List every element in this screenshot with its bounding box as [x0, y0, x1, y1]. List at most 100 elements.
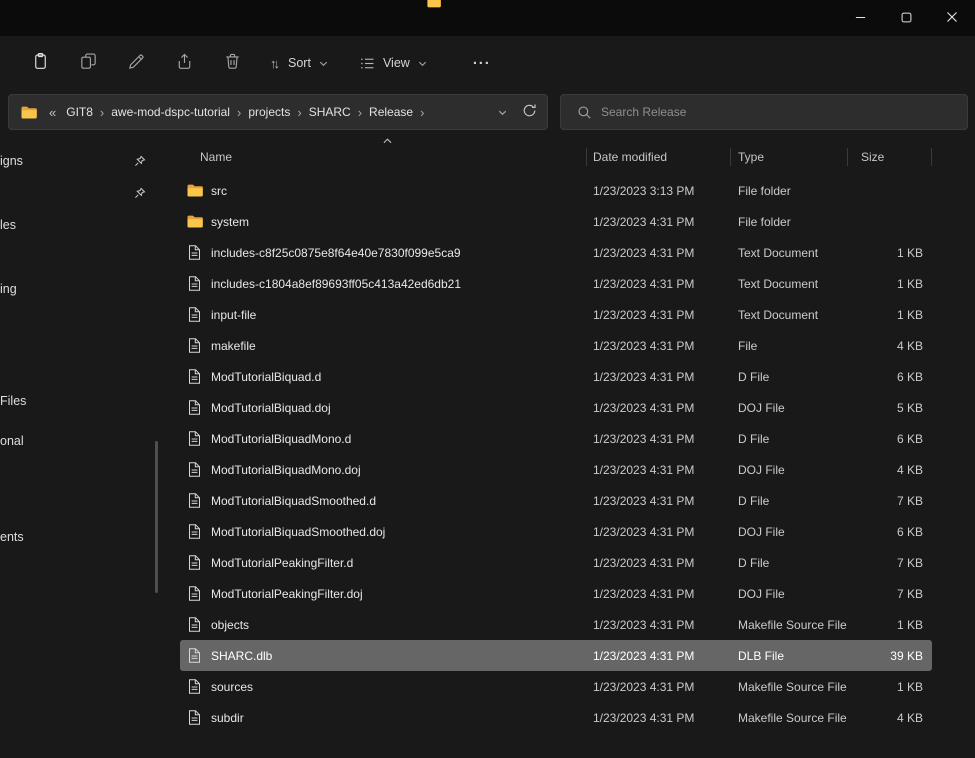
share-button[interactable] — [164, 45, 204, 81]
file-type: Makefile Source File — [731, 680, 848, 694]
file-row[interactable]: input-file 1/23/2023 4:31 PM Text Docume… — [180, 299, 932, 330]
file-row[interactable]: src 1/23/2023 3:13 PM File folder — [180, 175, 932, 206]
explorer-folder-icon — [427, 0, 441, 13]
sidebar-item[interactable]: les — [0, 218, 16, 232]
delete-button[interactable] — [212, 45, 252, 81]
file-type: Makefile Source File — [731, 618, 848, 632]
file-icon — [186, 244, 203, 261]
more-icon: ··· — [473, 55, 491, 72]
close-icon — [946, 11, 958, 26]
minimize-button[interactable] — [837, 0, 883, 36]
file-icon — [186, 368, 203, 385]
file-type: Text Document — [731, 246, 848, 260]
file-name: subdir — [211, 711, 244, 725]
file-type: DOJ File — [731, 401, 848, 415]
file-size: 7 KB — [848, 494, 932, 508]
sidebar-item[interactable]: Files — [0, 394, 26, 408]
refresh-button[interactable] — [522, 103, 537, 121]
file-date-modified: 1/23/2023 4:31 PM — [587, 277, 731, 291]
file-size: 4 KB — [848, 711, 932, 725]
file-size: 39 KB — [848, 649, 932, 663]
column-header-date-modified[interactable]: Date modified — [587, 148, 731, 166]
file-name: SHARC.dlb — [211, 649, 272, 663]
breadcrumb-separator-icon[interactable]: › — [420, 105, 424, 120]
file-row[interactable]: ModTutorialBiquadSmoothed.d 1/23/2023 4:… — [180, 485, 932, 516]
file-size: 1 KB — [848, 308, 932, 322]
breadcrumb-separator-icon[interactable]: › — [237, 105, 241, 120]
file-row[interactable]: ModTutorialPeakingFilter.d 1/23/2023 4:3… — [180, 547, 932, 578]
sidebar-item[interactable]: ents — [0, 530, 24, 544]
rename-icon — [127, 52, 146, 74]
breadcrumb-item[interactable]: GIT8 — [66, 105, 93, 119]
sort-label: Sort — [288, 56, 311, 70]
copy-button[interactable] — [68, 45, 108, 81]
breadcrumb-collapse-icon[interactable]: « — [49, 105, 56, 120]
file-name: ModTutorialBiquadSmoothed.d — [211, 494, 376, 508]
minimize-icon — [855, 11, 866, 26]
view-label: View — [383, 56, 410, 70]
file-row[interactable]: ModTutorialBiquadMono.d 1/23/2023 4:31 P… — [180, 423, 932, 454]
breadcrumb-separator-icon[interactable]: › — [297, 105, 301, 120]
file-row[interactable]: makefile 1/23/2023 4:31 PM File 4 KB — [180, 330, 932, 361]
file-name: sources — [211, 680, 253, 694]
maximize-icon — [901, 11, 912, 26]
file-row[interactable]: ModTutorialBiquad.d 1/23/2023 4:31 PM D … — [180, 361, 932, 392]
file-size: 4 KB — [848, 463, 932, 477]
file-name: ModTutorialBiquadSmoothed.doj — [211, 525, 385, 539]
file-row[interactable]: subdir 1/23/2023 4:31 PM Makefile Source… — [180, 702, 932, 733]
file-date-modified: 1/23/2023 4:31 PM — [587, 711, 731, 725]
breadcrumb-item[interactable]: SHARC — [309, 105, 351, 119]
column-header-size[interactable]: Size — [848, 148, 932, 166]
file-name: ModTutorialBiquad.d — [211, 370, 321, 384]
file-type: DOJ File — [731, 587, 848, 601]
maximize-button[interactable] — [883, 0, 929, 36]
sidebar-item[interactable]: onal — [0, 434, 24, 448]
file-row[interactable]: includes-c1804a8ef89693ff05c413a42ed6db2… — [180, 268, 932, 299]
chevron-down-icon — [417, 58, 428, 69]
close-button[interactable] — [929, 0, 975, 36]
search-input[interactable] — [601, 105, 955, 119]
copy-icon — [79, 52, 98, 74]
breadcrumb-separator-icon[interactable]: › — [100, 105, 104, 120]
file-icon — [186, 213, 203, 230]
file-size: 7 KB — [848, 556, 932, 570]
file-size: 6 KB — [848, 370, 932, 384]
address-folder-icon[interactable] — [21, 106, 37, 119]
view-button[interactable]: View — [349, 45, 438, 81]
file-size: 6 KB — [848, 525, 932, 539]
title-bar — [0, 0, 975, 36]
file-size: 5 KB — [848, 401, 932, 415]
file-row[interactable]: includes-c8f25c0875e8f64e40e7830f099e5ca… — [180, 237, 932, 268]
file-row[interactable]: ModTutorialBiquad.doj 1/23/2023 4:31 PM … — [180, 392, 932, 423]
file-row[interactable]: objects 1/23/2023 4:31 PM Makefile Sourc… — [180, 609, 932, 640]
file-type: D File — [731, 494, 848, 508]
breadcrumb-item[interactable]: Release — [369, 105, 413, 119]
file-row[interactable]: ModTutorialBiquadMono.doj 1/23/2023 4:31… — [180, 454, 932, 485]
file-date-modified: 1/23/2023 4:31 PM — [587, 525, 731, 539]
file-date-modified: 1/23/2023 4:31 PM — [587, 401, 731, 415]
breadcrumb-item[interactable]: projects — [248, 105, 290, 119]
file-date-modified: 1/23/2023 4:31 PM — [587, 618, 731, 632]
breadcrumb-item[interactable]: awe-mod-dspc-tutorial — [111, 105, 230, 119]
address-dropdown-icon[interactable] — [497, 107, 508, 118]
pin-icon — [133, 155, 146, 168]
rename-button[interactable] — [116, 45, 156, 81]
column-header-type[interactable]: Type — [731, 148, 848, 166]
sidebar-scrollbar[interactable] — [155, 441, 158, 593]
file-icon — [186, 678, 203, 695]
file-name: includes-c8f25c0875e8f64e40e7830f099e5ca… — [211, 246, 461, 260]
breadcrumb-separator-icon[interactable]: › — [358, 105, 362, 120]
see-more-button[interactable]: ··· — [462, 45, 502, 81]
sidebar-item[interactable]: igns — [0, 154, 23, 168]
file-row[interactable]: system 1/23/2023 4:31 PM File folder — [180, 206, 932, 237]
file-type: DOJ File — [731, 525, 848, 539]
column-header-name[interactable]: Name — [180, 148, 587, 166]
sidebar-item[interactable]: ing — [0, 282, 17, 296]
file-row[interactable]: ModTutorialBiquadSmoothed.doj 1/23/2023 … — [180, 516, 932, 547]
file-type: Text Document — [731, 308, 848, 322]
paste-button[interactable] — [20, 45, 60, 81]
sort-button[interactable]: ↑↓ Sort — [260, 45, 339, 81]
file-row[interactable]: ModTutorialPeakingFilter.doj 1/23/2023 4… — [180, 578, 932, 609]
file-row[interactable]: sources 1/23/2023 4:31 PM Makefile Sourc… — [180, 671, 932, 702]
file-row[interactable]: SHARC.dlb 1/23/2023 4:31 PM DLB File 39 … — [180, 640, 932, 671]
